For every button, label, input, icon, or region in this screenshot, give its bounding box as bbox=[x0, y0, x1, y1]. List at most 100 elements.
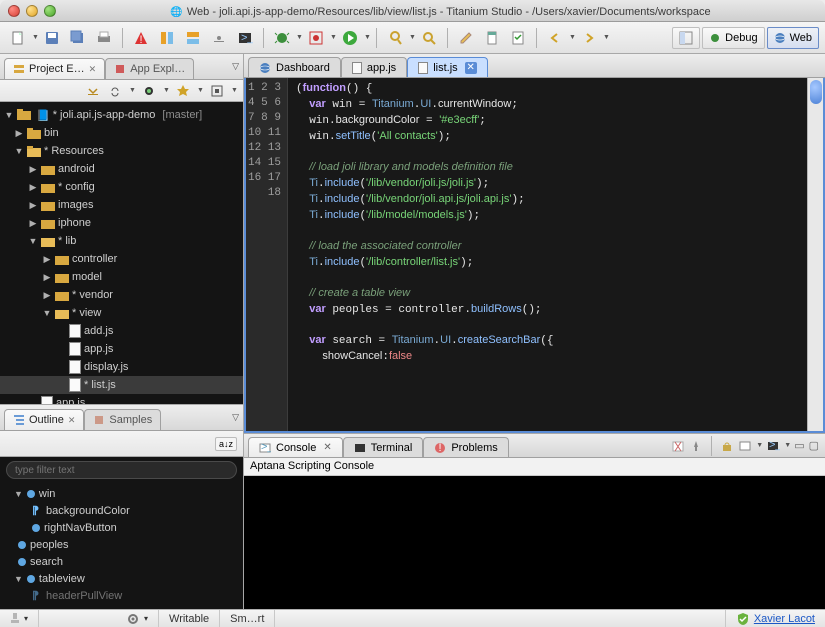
tree-folder[interactable]: ▼* view bbox=[0, 304, 243, 322]
layout-icon-1[interactable] bbox=[155, 27, 179, 49]
console-output[interactable] bbox=[244, 476, 825, 609]
sort-button[interactable]: a↓z bbox=[215, 437, 237, 451]
outline-item[interactable]: peoples bbox=[0, 536, 243, 553]
close-icon[interactable]: ✕ bbox=[89, 64, 97, 75]
save-button[interactable] bbox=[40, 27, 64, 49]
search-button[interactable] bbox=[417, 27, 441, 49]
console-toggle-icon[interactable]: >_ bbox=[233, 27, 257, 49]
run-dropdown[interactable]: ▼ bbox=[364, 34, 370, 41]
outline-item[interactable]: ⁋backgroundColor bbox=[0, 502, 243, 519]
open-console-dropdown[interactable]: ▼ bbox=[784, 442, 790, 449]
filter-icon[interactable] bbox=[141, 83, 157, 99]
open-console-icon[interactable]: >_ bbox=[766, 439, 780, 453]
problems-tab[interactable]: ! Problems bbox=[423, 437, 508, 457]
web-perspective-button[interactable]: Web bbox=[767, 27, 819, 49]
editor-tab-appjs[interactable]: app.js bbox=[341, 57, 407, 77]
outline-filter-input[interactable] bbox=[6, 461, 237, 479]
external-tools-dropdown[interactable]: ▼ bbox=[330, 34, 336, 41]
tree-root[interactable]: ▼📘* joli.api.js-app-demo[master] bbox=[0, 106, 243, 124]
editor-gutter[interactable]: 1 2 3 4 5 6 7 8 9 10 11 12 13 14 15 16 1… bbox=[246, 78, 288, 431]
tree-folder[interactable]: ▼* Resources bbox=[0, 142, 243, 160]
close-icon[interactable]: ✕ bbox=[465, 62, 477, 74]
tree-folder[interactable]: ▶* vendor bbox=[0, 286, 243, 304]
display-selected-console-icon[interactable] bbox=[738, 439, 752, 453]
back-dropdown[interactable]: ▼ bbox=[569, 34, 575, 41]
outline-tree[interactable]: ▼win ⁋backgroundColor rightNavButton peo… bbox=[0, 483, 243, 609]
view-menu-icon[interactable]: ▽ bbox=[232, 61, 239, 72]
editor-code[interactable]: (function() { var win = Titanium.UI.curr… bbox=[288, 78, 807, 431]
tree-folder[interactable]: ▶* config bbox=[0, 178, 243, 196]
open-type-button[interactable] bbox=[383, 27, 407, 49]
tree-folder[interactable]: ▶iphone bbox=[0, 214, 243, 232]
maximize-view-icon[interactable]: ▢ bbox=[809, 439, 819, 452]
outline-item[interactable]: search bbox=[0, 553, 243, 570]
edit-button[interactable] bbox=[454, 27, 478, 49]
outline-item[interactable]: ▼tableview bbox=[0, 570, 243, 587]
open-type-dropdown[interactable]: ▼ bbox=[409, 34, 415, 41]
tree-folder[interactable]: ▶bin bbox=[0, 124, 243, 142]
debug-perspective-button[interactable]: Debug bbox=[702, 27, 764, 49]
new-dropdown[interactable]: ▼ bbox=[32, 34, 38, 41]
layout-icon-2[interactable] bbox=[181, 27, 205, 49]
status-gear[interactable]: ▾ bbox=[39, 610, 159, 627]
clear-console-icon[interactable] bbox=[671, 439, 685, 453]
console-dropdown[interactable]: ▼ bbox=[756, 442, 762, 449]
minimize-view-icon[interactable]: ▭ bbox=[794, 439, 804, 452]
window-minimize-button[interactable] bbox=[26, 5, 38, 17]
print-button[interactable] bbox=[92, 27, 116, 49]
forward-dropdown[interactable]: ▼ bbox=[603, 34, 609, 41]
tree-folder[interactable]: ▶android bbox=[0, 160, 243, 178]
commands-dropdown[interactable]: ▼ bbox=[197, 87, 203, 94]
tree-folder[interactable]: ▼* lib bbox=[0, 232, 243, 250]
outline-item[interactable]: rightNavButton bbox=[0, 519, 243, 536]
save-all-button[interactable] bbox=[66, 27, 90, 49]
link-editor-icon[interactable] bbox=[107, 83, 123, 99]
scroll-lock-icon[interactable] bbox=[720, 439, 734, 453]
tree-file-selected[interactable]: * list.js bbox=[0, 376, 243, 394]
tree-file[interactable]: app.js bbox=[0, 340, 243, 358]
task-button[interactable] bbox=[506, 27, 530, 49]
project-tree[interactable]: ▼📘* joli.api.js-app-demo[master] ▶bin ▼*… bbox=[0, 102, 243, 404]
scrollbar-thumb[interactable] bbox=[810, 80, 822, 104]
outline-item[interactable]: ⁋headerPullView bbox=[0, 587, 243, 604]
close-icon[interactable]: ✕ bbox=[68, 415, 76, 426]
outline-tab[interactable]: Outline ✕ bbox=[4, 409, 84, 430]
link-dropdown[interactable]: ▼ bbox=[129, 87, 135, 94]
close-icon[interactable]: ✕ bbox=[323, 442, 331, 453]
view-menu-icon[interactable]: ▽ bbox=[232, 412, 239, 423]
external-tools-button[interactable] bbox=[304, 27, 328, 49]
status-indicator[interactable]: ▾ bbox=[0, 610, 39, 627]
collapse-all-icon[interactable] bbox=[85, 83, 101, 99]
outline-item[interactable]: ▼win bbox=[0, 485, 243, 502]
debug-dropdown[interactable]: ▼ bbox=[296, 34, 302, 41]
toggle-whitespace-icon[interactable] bbox=[207, 27, 231, 49]
app-explorer-tab[interactable]: App Expl… bbox=[105, 58, 194, 79]
tree-folder[interactable]: ▶images bbox=[0, 196, 243, 214]
editor-tab-listjs[interactable]: list.js ✕ bbox=[407, 57, 487, 77]
filter-dropdown[interactable]: ▼ bbox=[163, 87, 169, 94]
deploy-icon[interactable] bbox=[209, 83, 225, 99]
tree-folder[interactable]: ▶controller bbox=[0, 250, 243, 268]
terminal-tab[interactable]: Terminal bbox=[343, 437, 424, 457]
new-button[interactable] bbox=[6, 27, 30, 49]
tree-file[interactable]: display.js bbox=[0, 358, 243, 376]
samples-tab[interactable]: Samples bbox=[84, 409, 161, 430]
deploy-dropdown[interactable]: ▼ bbox=[231, 87, 237, 94]
tree-file[interactable]: app.js bbox=[0, 394, 243, 404]
tree-folder[interactable]: ▶model bbox=[0, 268, 243, 286]
bookmark-button[interactable] bbox=[480, 27, 504, 49]
window-zoom-button[interactable] bbox=[44, 5, 56, 17]
tree-file[interactable]: add.js bbox=[0, 322, 243, 340]
editor-vertical-scrollbar[interactable] bbox=[807, 78, 823, 431]
commands-icon[interactable] bbox=[175, 83, 191, 99]
status-user[interactable]: Xavier Lacot bbox=[725, 610, 825, 627]
project-explorer-tab[interactable]: Project E… ✕ bbox=[4, 58, 105, 79]
back-button[interactable] bbox=[543, 27, 567, 49]
pin-console-icon[interactable] bbox=[689, 439, 703, 453]
editor-tab-dashboard[interactable]: Dashboard bbox=[248, 57, 341, 77]
forward-button[interactable] bbox=[577, 27, 601, 49]
window-close-button[interactable] bbox=[8, 5, 20, 17]
warning-icon[interactable]: ! bbox=[129, 27, 153, 49]
console-tab[interactable]: >_ Console ✕ bbox=[248, 437, 343, 457]
run-button[interactable] bbox=[338, 27, 362, 49]
